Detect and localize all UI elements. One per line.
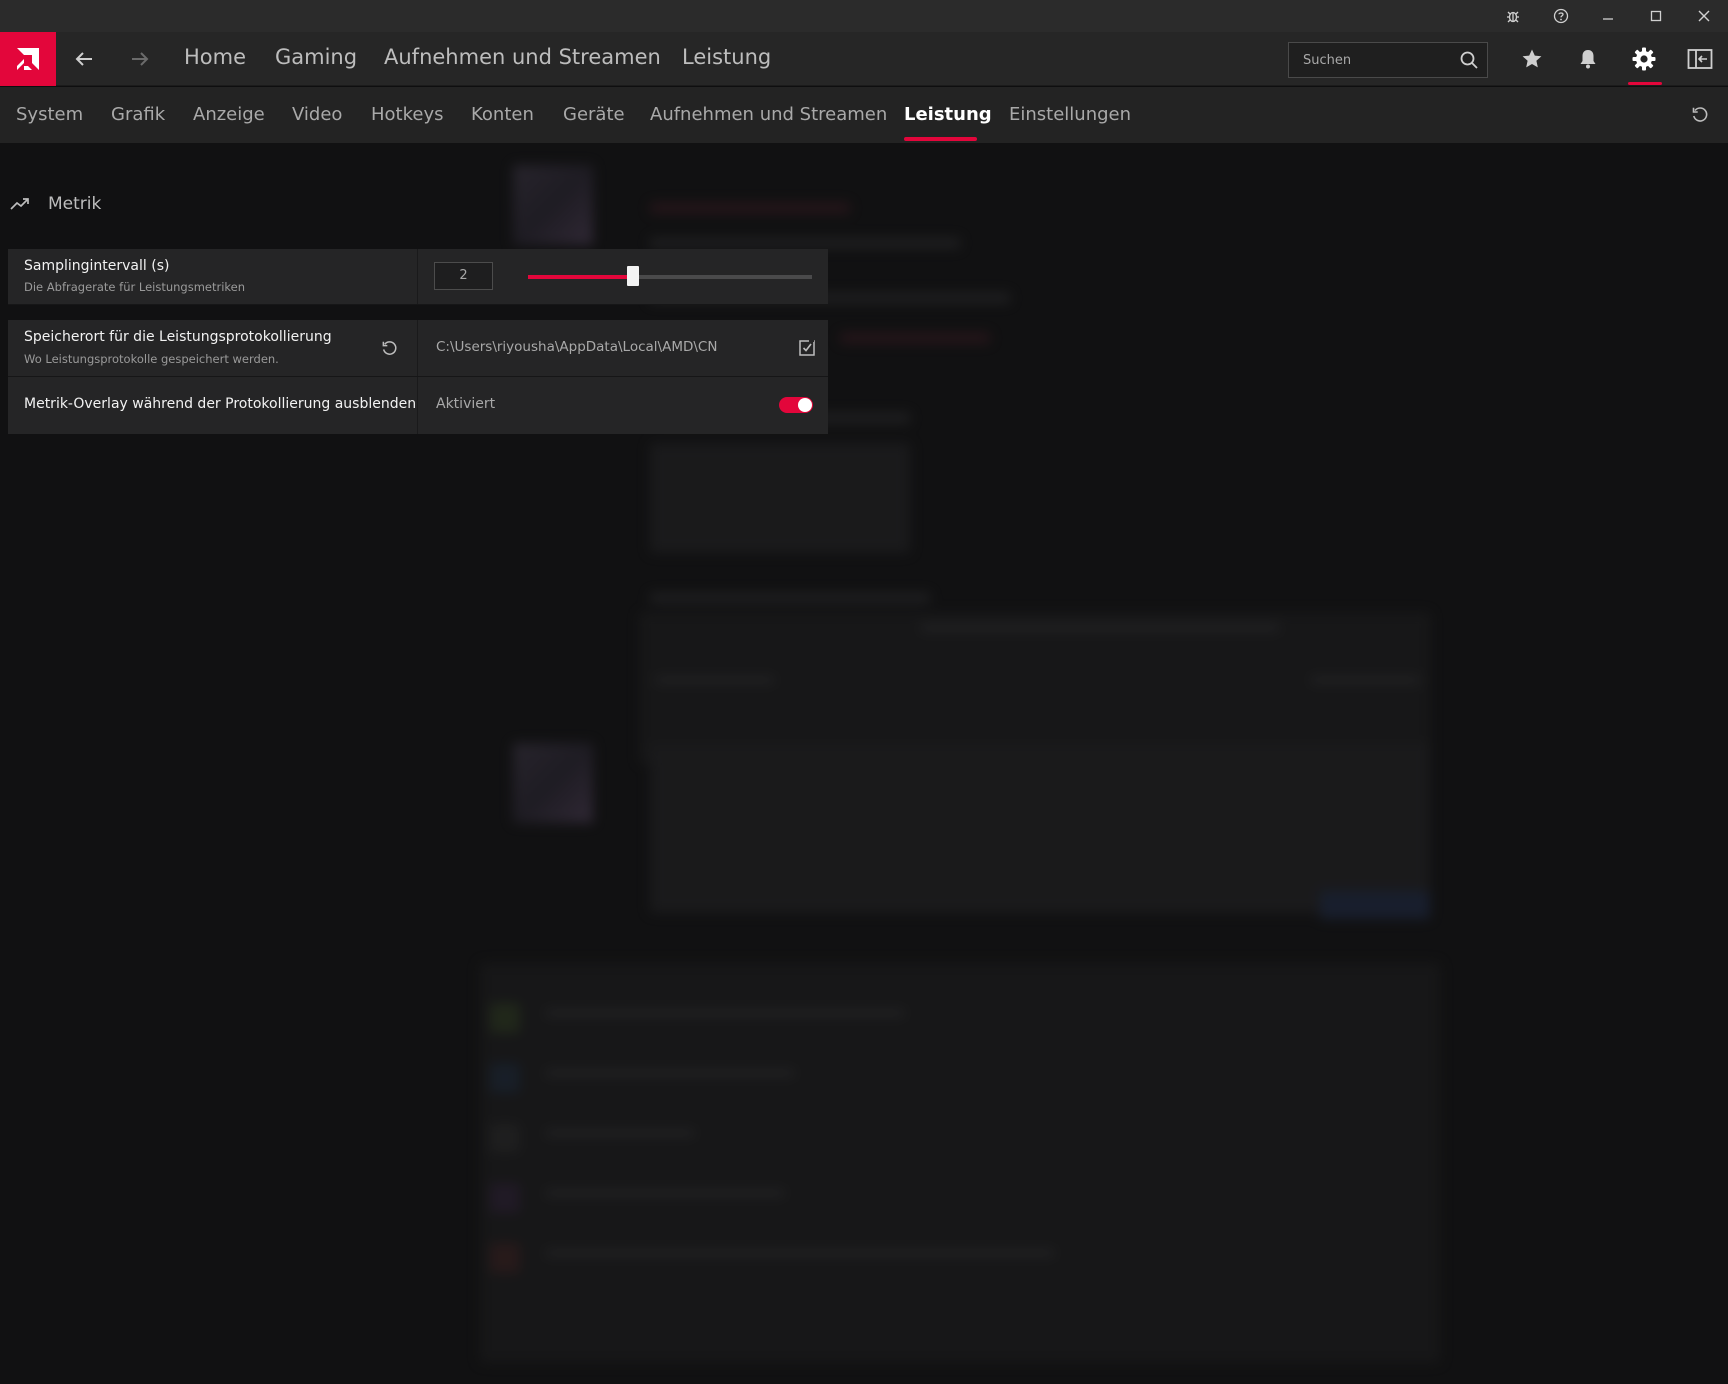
tab-system[interactable]: System [16,104,83,125]
section-header-metrics: Metrik [10,192,101,216]
toggle-knob [798,398,812,412]
nav-performance[interactable]: Leistung [682,45,771,69]
overlay-hide-row: Metrik-Overlay während der Protokollieru… [8,377,828,434]
log-location-row: Speicherort für die Leistungsprotokollie… [8,320,828,377]
search-box [1288,42,1488,78]
reset-icon[interactable] [378,337,400,359]
tab-preferences[interactable]: Einstellungen [1009,104,1131,125]
sampling-interval-row: Samplingintervall (s) Die Abfragerate fü… [8,249,828,305]
sampling-interval-panel: Samplingintervall (s) Die Abfragerate fü… [8,249,828,305]
sampling-interval-slider[interactable] [528,266,812,286]
help-icon[interactable] [1537,0,1585,32]
row-label-area: Samplingintervall (s) Die Abfragerate fü… [8,249,418,304]
nav-record-stream[interactable]: Aufnehmen und Streamen [384,45,661,69]
browse-folder-icon[interactable] [796,337,818,359]
notifications-bell-icon[interactable] [1560,32,1616,86]
logging-panel: Speicherort für die Leistungsprotokollie… [8,320,828,434]
tab-graphics[interactable]: Grafik [111,104,165,125]
search-icon[interactable] [1459,50,1479,70]
trend-chart-icon [10,198,29,210]
tab-performance[interactable]: Leistung [904,104,992,125]
favorites-star-icon[interactable] [1504,32,1560,86]
settings-gear-icon[interactable] [1616,32,1672,86]
row-label-area: Metrik-Overlay während der Protokollieru… [8,377,418,434]
tab-devices[interactable]: Geräte [563,104,625,125]
amd-logo[interactable] [0,32,56,86]
log-location-title: Speicherort für die Leistungsprotokollie… [24,329,332,345]
settings-active-indicator [1628,82,1662,85]
sampling-interval-title: Samplingintervall (s) [24,258,170,274]
log-location-path: C:\Users\riyousha\AppData\Local\AMD\CN [436,339,718,355]
tab-display[interactable]: Anzeige [193,104,265,125]
nav-gaming[interactable]: Gaming [275,45,357,69]
back-arrow-icon[interactable] [56,32,112,86]
nav-home[interactable]: Home [184,45,246,69]
log-location-description: Wo Leistungsprotokolle gespeichert werde… [24,352,279,366]
active-tab-indicator [904,137,977,141]
row-label-area: Speicherort für die Leistungsprotokollie… [8,320,418,376]
main-navigation: Home Gaming Aufnehmen und Streamen Leist… [0,32,1728,86]
tab-record-stream[interactable]: Aufnehmen und Streamen [650,104,887,125]
title-bar [0,0,1728,32]
bug-icon[interactable] [1489,0,1537,32]
settings-tabs: System Grafik Anzeige Video Hotkeys Kont… [0,87,1728,143]
overlay-hide-title: Metrik-Overlay während der Protokollieru… [24,396,417,412]
section-title: Metrik [48,194,102,214]
sidebar-toggle-icon[interactable] [1672,32,1728,86]
overlay-hide-status: Aktiviert [436,396,496,412]
sampling-interval-description: Die Abfragerate für Leistungsmetriken [24,280,246,294]
slider-fill [528,275,634,279]
minimize-icon[interactable] [1584,0,1632,32]
slider-thumb[interactable] [627,266,640,286]
sampling-interval-input[interactable]: 2 [434,262,493,290]
tab-video[interactable]: Video [292,104,342,125]
forward-arrow-icon[interactable] [112,32,168,86]
reset-all-icon[interactable] [1686,101,1714,129]
search-input[interactable] [1289,43,1449,77]
tab-hotkeys[interactable]: Hotkeys [371,104,444,125]
maximize-icon[interactable] [1632,0,1680,32]
overlay-hide-toggle[interactable] [779,397,813,413]
close-icon[interactable] [1680,0,1728,32]
tab-accounts[interactable]: Konten [471,104,534,125]
